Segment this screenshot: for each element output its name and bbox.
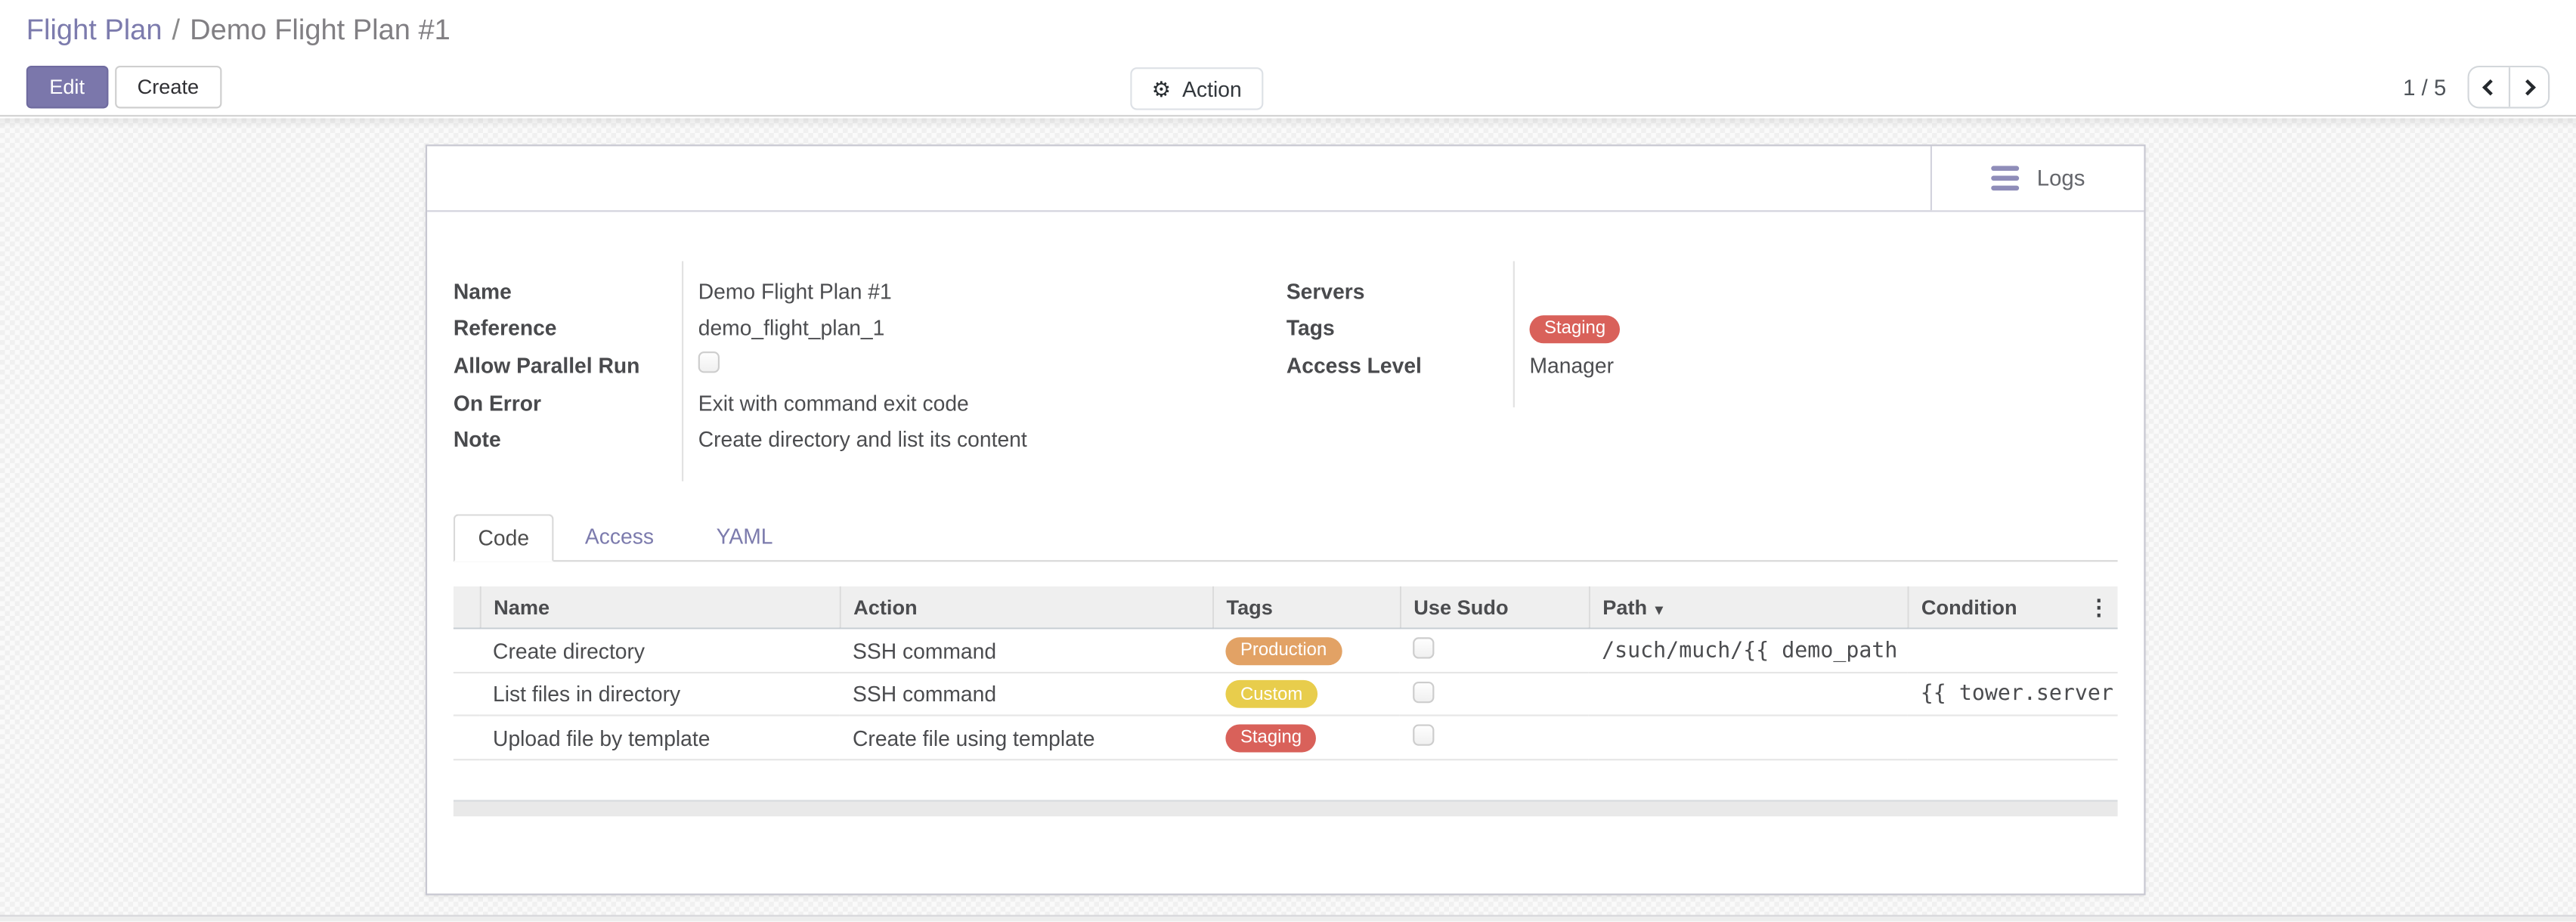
field-servers: Servers <box>1286 273 2118 310</box>
create-button[interactable]: Create <box>114 66 221 109</box>
notebook-tabs: Code Access YAML <box>454 514 2118 562</box>
cell-path <box>1589 673 1908 716</box>
table-row[interactable]: List files in directory SSH command Cust… <box>454 673 2118 716</box>
field-on-error: On Error Exit with command exit code <box>454 384 1286 421</box>
column-header-use-sudo[interactable]: Use Sudo <box>1400 586 1589 630</box>
command-lines-table: Name Action Tags Use Sudo Path▾ Conditio… <box>454 586 2118 760</box>
cell-name: List files in directory <box>480 673 840 716</box>
field-groups: Name Demo Flight Plan #1 Reference demo_… <box>454 273 2118 459</box>
tag-custom: Custom <box>1225 681 1317 709</box>
pager-button-group <box>2468 66 2550 109</box>
logs-button-label: Logs <box>2037 166 2085 191</box>
tab-access[interactable]: Access <box>554 514 686 562</box>
button-box: Logs <box>427 146 2144 212</box>
column-header-path[interactable]: Path▾ <box>1589 586 1908 630</box>
field-label-reference: Reference <box>454 316 682 341</box>
field-allow-parallel-run: Allow Parallel Run <box>454 347 1286 384</box>
cell-condition: {{ tower.server.st <box>1907 673 2117 716</box>
table-row[interactable]: Create directory SSH command Production … <box>454 629 2118 673</box>
chevron-right-icon <box>2519 79 2534 94</box>
field-value-name: Demo Flight Plan #1 <box>682 279 892 304</box>
table-header-row: Name Action Tags Use Sudo Path▾ Conditio… <box>454 586 2118 630</box>
field-name: Name Demo Flight Plan #1 <box>454 273 1286 310</box>
breadcrumb: Flight Plan / Demo Flight Plan #1 <box>26 13 450 48</box>
field-access-level: Access Level Manager <box>1286 347 2118 384</box>
cell-path <box>1589 716 1908 760</box>
field-label-on-error: On Error <box>454 390 682 415</box>
row-handle-cell <box>454 673 480 716</box>
column-header-handle <box>454 586 480 630</box>
column-header-action[interactable]: Action <box>840 586 1212 630</box>
app-root: Flight Plan / Demo Flight Plan #1 Edit Cre… <box>0 0 2576 922</box>
horizontal-scrollbar[interactable] <box>454 800 2118 816</box>
breadcrumb-parent-link[interactable]: Flight Plan <box>26 13 163 45</box>
bars-icon <box>1991 166 2019 190</box>
field-label-name: Name <box>454 279 682 304</box>
column-header-condition[interactable]: Condition⋮ <box>1907 586 2117 630</box>
field-value-reference: demo_flight_plan_1 <box>682 316 884 341</box>
field-group-right: Servers Tags Staging Access Level Manage… <box>1286 273 2118 384</box>
pager-previous-button[interactable] <box>2469 67 2509 107</box>
form-view-background: Logs Name Demo Flight Plan #1 Reference … <box>0 118 2576 922</box>
cell-path: /such/much/{{ demo_path }} <box>1589 629 1908 673</box>
sort-desc-icon: ▾ <box>1655 601 1663 617</box>
tag-production: Production <box>1225 637 1341 665</box>
tab-yaml[interactable]: YAML <box>685 514 803 562</box>
field-label-servers: Servers <box>1286 279 1513 304</box>
pager-value: 1 / 5 <box>2403 75 2446 100</box>
form-sheet: Logs Name Demo Flight Plan #1 Reference … <box>426 144 2146 895</box>
breadcrumb-separator: / <box>172 13 181 45</box>
edit-button[interactable]: Edit <box>26 66 108 109</box>
use-sudo-checkbox[interactable] <box>1413 681 1434 702</box>
logs-stat-button[interactable]: Logs <box>1930 146 2144 210</box>
gear-icon: ⚙ <box>1152 78 1171 99</box>
bottom-panel-edge <box>0 914 2576 922</box>
tag-staging: Staging <box>1529 315 1620 343</box>
field-group-left: Name Demo Flight Plan #1 Reference demo_… <box>454 273 1286 459</box>
field-note: Note Create directory and list its conte… <box>454 421 1286 458</box>
tag-staging: Staging <box>1225 724 1316 752</box>
cell-action: Create file using template <box>840 716 1212 760</box>
chevron-left-icon <box>2484 79 2499 94</box>
row-handle-cell <box>454 629 480 673</box>
field-label-tags: Tags <box>1286 316 1513 341</box>
row-handle-cell <box>454 716 480 760</box>
cell-condition <box>1907 716 2117 760</box>
use-sudo-checkbox[interactable] <box>1413 725 1434 746</box>
tab-code[interactable]: Code <box>454 514 554 562</box>
field-value-on-error: Exit with command exit code <box>682 390 969 415</box>
action-button-label: Action <box>1182 76 1242 101</box>
field-label-allow-parallel-run: Allow Parallel Run <box>454 353 682 378</box>
column-header-name[interactable]: Name <box>480 586 840 630</box>
use-sudo-checkbox[interactable] <box>1413 638 1434 659</box>
allow-parallel-run-checkbox[interactable] <box>698 352 720 373</box>
cell-action: SSH command <box>840 629 1212 673</box>
pager-next-button[interactable] <box>2509 67 2548 107</box>
control-panel: Flight Plan / Demo Flight Plan #1 Edit Cre… <box>0 0 2576 116</box>
breadcrumb-current: Demo Flight Plan #1 <box>190 13 450 45</box>
action-button[interactable]: ⚙ Action <box>1130 67 1263 110</box>
field-tags: Tags Staging <box>1286 310 2118 347</box>
optional-columns-icon[interactable]: ⋮ <box>2088 594 2109 620</box>
field-value-note: Create directory and list its content <box>682 427 1027 452</box>
field-value-access-level: Manager <box>1513 353 1614 378</box>
field-label-access-level: Access Level <box>1286 353 1513 378</box>
cell-condition <box>1907 629 2117 673</box>
cell-action: SSH command <box>840 673 1212 716</box>
cell-name: Upload file by template <box>480 716 840 760</box>
field-label-note: Note <box>454 427 682 452</box>
field-reference: Reference demo_flight_plan_1 <box>454 310 1286 347</box>
table-row[interactable]: Upload file by template Create file usin… <box>454 716 2118 760</box>
column-header-tags[interactable]: Tags <box>1212 586 1400 630</box>
cell-name: Create directory <box>480 629 840 673</box>
